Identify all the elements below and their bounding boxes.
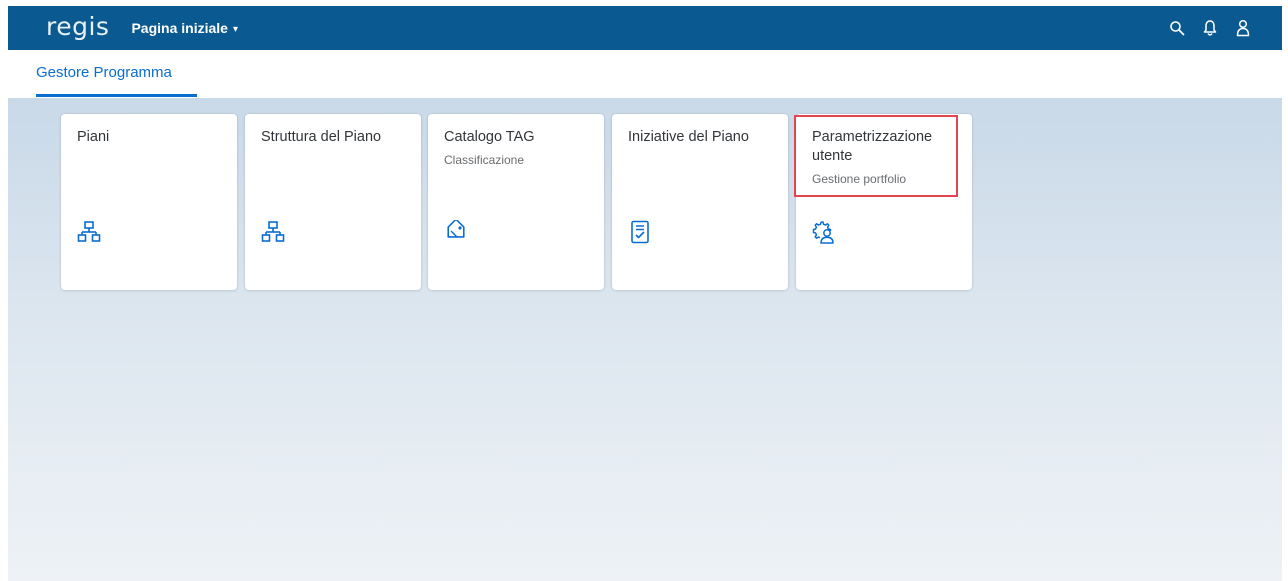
tile-subtitle: Gestione portfolio [812, 172, 907, 186]
search-button[interactable] [1166, 17, 1188, 39]
tile-title: Catalogo TAG [444, 129, 535, 145]
tile-parametrizzazione-utente[interactable]: Parametrizzazione utente Gestione portfo… [796, 114, 972, 290]
tab-gestore-programma[interactable]: Gestore Programma [36, 64, 172, 81]
shell-actions [1155, 17, 1254, 39]
page: regis Pagina iniziale ▾ Gestore Programm… [0, 0, 1288, 581]
caret-down-icon: ▾ [232, 23, 238, 35]
notifications-button[interactable] [1199, 17, 1221, 39]
tile-subtitle: Classificazione [444, 153, 525, 167]
page-subheader: Gestore Programma [8, 50, 1282, 98]
tile-title: Iniziative del Piano [628, 129, 749, 145]
tag-icon [447, 220, 465, 238]
shell-bar: regis Pagina iniziale ▾ [8, 6, 1282, 50]
tile-title: Piani [77, 129, 110, 145]
user-button[interactable] [1232, 17, 1254, 39]
hierarchy-icon [77, 221, 101, 242]
tile-catalogo-tag[interactable]: Catalogo TAG Classificazione [428, 114, 604, 290]
hierarchy-icon [261, 221, 285, 242]
checklist-document-icon [631, 220, 649, 244]
tile-iniziative-del-piano[interactable]: Iniziative del Piano [612, 114, 788, 290]
bell-icon [1203, 20, 1217, 36]
home-menu-label: Pagina iniziale [131, 20, 228, 36]
user-icon [1236, 19, 1250, 37]
tile-title: Struttura del Piano [261, 129, 382, 145]
tile-container: Piani Struttura del Piano Catalogo TAG C… [8, 98, 1282, 581]
tile-struttura-del-piano[interactable]: Struttura del Piano [245, 114, 421, 290]
home-menu-button[interactable]: Pagina iniziale ▾ [131, 20, 238, 36]
tab-selected-indicator [36, 94, 197, 97]
tile-title: Parametrizzazione utente [812, 129, 933, 164]
search-icon [1170, 21, 1185, 36]
tile-piani[interactable]: Piani [61, 114, 237, 290]
regis-logo[interactable]: regis [46, 14, 109, 39]
user-settings-icon [812, 221, 834, 244]
